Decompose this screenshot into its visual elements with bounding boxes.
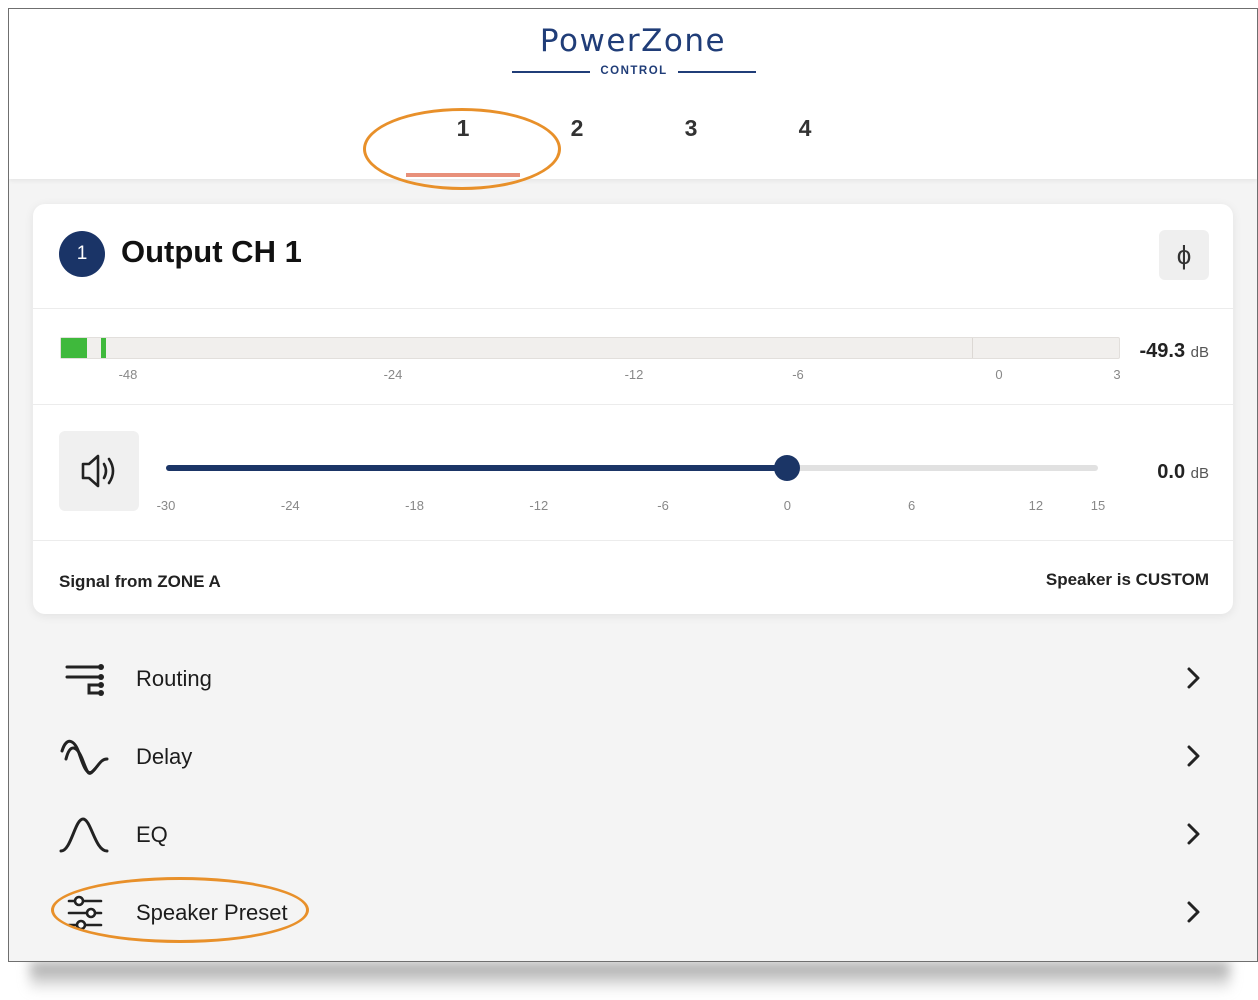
gain-readout: 0.0 dB bbox=[1157, 461, 1209, 484]
speaker-status: Speaker is CUSTOM bbox=[1045, 570, 1209, 589]
menu-label-routing: Routing bbox=[136, 666, 212, 691]
logo-line-right bbox=[678, 71, 756, 73]
eq-curve-icon bbox=[59, 817, 109, 853]
meter-level-fill bbox=[61, 338, 87, 358]
meter-zero-mark bbox=[972, 338, 973, 358]
chevron-right-icon bbox=[1187, 901, 1200, 923]
signal-source: Signal from ZONE A bbox=[59, 572, 221, 591]
gain-scale-label: -6 bbox=[657, 498, 669, 513]
phase-invert-icon: ϕ bbox=[1176, 240, 1192, 270]
level-meter bbox=[60, 337, 1120, 359]
gain-scale-label: -18 bbox=[405, 498, 424, 513]
chevron-right-icon bbox=[1187, 667, 1200, 689]
window-shadow bbox=[30, 962, 1230, 992]
app-window: PowerZone CONTROL 1 2 3 4 1 Output CH 1 … bbox=[8, 8, 1258, 962]
menu-item-eq[interactable]: EQ bbox=[9, 801, 1257, 871]
channel-tabs: 1 2 3 4 bbox=[9, 115, 1257, 179]
channel-card: 1 Output CH 1 ϕ -48 -24 -12 -6 0 3 -49.3… bbox=[33, 204, 1233, 614]
gain-scale-label: 12 bbox=[1028, 498, 1044, 513]
header: PowerZone CONTROL 1 2 3 4 bbox=[9, 9, 1257, 179]
phase-invert-button[interactable]: ϕ bbox=[1159, 230, 1209, 280]
speaker-volume-icon bbox=[81, 454, 115, 488]
card-divider bbox=[33, 540, 1233, 541]
logo-title: PowerZone bbox=[539, 23, 727, 59]
meter-readout-value: -49.3 bbox=[1139, 340, 1186, 362]
menu-item-delay[interactable]: Delay bbox=[9, 723, 1257, 793]
meter-readout-unit: dB bbox=[1190, 344, 1209, 361]
gain-scale-label: -30 bbox=[156, 498, 176, 513]
card-divider bbox=[33, 404, 1233, 405]
gain-scale-label: 15 bbox=[1090, 498, 1106, 513]
menu-label-eq: EQ bbox=[136, 822, 168, 847]
gain-readout-value: 0.0 bbox=[1157, 461, 1186, 483]
mute-button[interactable] bbox=[59, 431, 139, 511]
gain-slider-handle[interactable] bbox=[774, 455, 801, 481]
gain-slider-fill bbox=[166, 465, 788, 471]
gain-slider[interactable] bbox=[166, 455, 1098, 481]
meter-peak-indicator bbox=[100, 338, 106, 358]
gain-scale-label: -24 bbox=[280, 498, 300, 513]
meter-scale-label: 3 bbox=[1113, 367, 1121, 382]
channel-title: Output CH 1 bbox=[121, 234, 302, 269]
meter-scale-label: -6 bbox=[792, 367, 804, 382]
menu-label-delay: Delay bbox=[136, 744, 193, 769]
delay-wave-icon bbox=[60, 739, 109, 775]
menu-item-routing[interactable]: Routing bbox=[9, 645, 1257, 715]
meter-scale-label: -24 bbox=[383, 367, 403, 382]
channel-number-badge: 1 bbox=[59, 231, 105, 277]
gain-scale-label: 0 bbox=[783, 498, 791, 513]
gain-scale-label: -12 bbox=[529, 498, 549, 513]
chevron-right-icon bbox=[1187, 823, 1200, 845]
card-divider bbox=[33, 308, 1233, 309]
routing-icon bbox=[65, 664, 104, 696]
meter-scale-label: 0 bbox=[995, 367, 1003, 382]
gain-scale-label: 6 bbox=[907, 498, 916, 513]
logo-subtitle-row: CONTROL bbox=[512, 64, 756, 80]
meter-scale-label: -12 bbox=[624, 367, 644, 382]
tab-3[interactable]: 3 bbox=[651, 115, 731, 142]
meter-readout: -49.3 dB bbox=[1139, 340, 1209, 363]
annotation-circle-tab bbox=[363, 108, 561, 190]
gain-readout-unit: dB bbox=[1190, 465, 1209, 482]
meter-scale-label: -48 bbox=[118, 367, 138, 382]
chevron-right-icon bbox=[1187, 745, 1200, 767]
tab-4[interactable]: 4 bbox=[765, 115, 845, 142]
annotation-circle-speaker-preset bbox=[51, 877, 309, 943]
